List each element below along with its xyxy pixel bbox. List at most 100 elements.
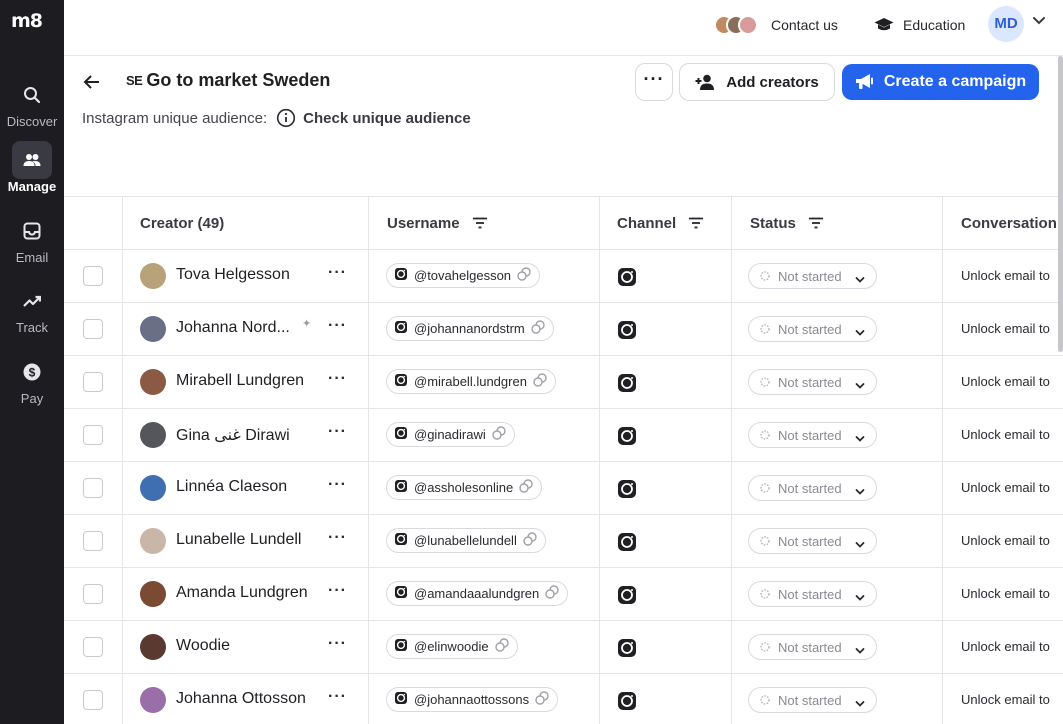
filter-icon[interactable] [688, 217, 704, 229]
copy-icon[interactable] [492, 426, 506, 443]
row-more-options-button[interactable]: ··· [328, 582, 347, 600]
conversation-cell[interactable]: Unlock email to [961, 427, 1050, 442]
username-chip[interactable]: @tovahelgesson [386, 263, 541, 288]
creator-name[interactable]: Woodie [176, 637, 230, 655]
status-dropdown[interactable]: Not started [748, 422, 877, 448]
status-dropdown[interactable]: Not started [748, 316, 877, 342]
instagram-channel-icon[interactable] [618, 639, 636, 662]
instagram-channel-icon[interactable] [618, 586, 636, 609]
sidebar-item-pay[interactable]: $ Pay [0, 353, 64, 415]
conversation-cell[interactable]: Unlock email to [961, 268, 1050, 283]
creator-name[interactable]: Gina غنى Dirawi [176, 425, 290, 445]
sidebar-item-discover[interactable]: Discover [0, 76, 64, 138]
conversation-cell[interactable]: Unlock email to [961, 639, 1050, 654]
user-avatar[interactable]: MD [988, 6, 1024, 42]
info-icon[interactable] [276, 108, 296, 128]
row-checkbox[interactable] [83, 690, 103, 710]
table-row[interactable]: Gina غنى Dirawi ··· @ginadirawi Not started… [64, 409, 1063, 462]
username-chip[interactable]: @ginadirawi [386, 422, 515, 447]
column-header-conversation[interactable]: Conversation [961, 197, 1057, 249]
username-chip[interactable]: @amandaaalundgren [386, 581, 569, 606]
table-row[interactable]: Amanda Lundgren ··· @amandaaalundgren Not s… [64, 568, 1063, 621]
creator-name[interactable]: Lunabelle Lundell [176, 531, 301, 549]
creator-name[interactable]: Mirabell Lundgren [176, 372, 304, 390]
row-checkbox[interactable] [83, 584, 103, 604]
column-header-channel[interactable]: Channel [617, 197, 704, 249]
row-checkbox[interactable] [83, 372, 103, 392]
more-options-button[interactable]: ··· [635, 63, 673, 101]
creator-name[interactable]: Amanda Lundgren [176, 584, 308, 602]
status-dropdown[interactable]: Not started [748, 369, 877, 395]
conversation-cell[interactable]: Unlock email to [961, 586, 1050, 601]
status-dropdown[interactable]: Not started [748, 263, 877, 289]
filter-icon[interactable] [472, 217, 488, 229]
username-chip[interactable]: @johannaottossons [386, 687, 559, 712]
instagram-channel-icon[interactable] [618, 374, 636, 397]
row-checkbox[interactable] [83, 637, 103, 657]
username-chip[interactable]: @assholesonline [386, 475, 543, 500]
row-more-options-button[interactable]: ··· [328, 264, 347, 282]
table-row[interactable]: Lunabelle Lundell ··· @lunabellelundell Not… [64, 515, 1063, 568]
username-chip[interactable]: @johannanordstrm [386, 316, 554, 341]
scrollbar[interactable] [1058, 56, 1063, 352]
conversation-cell[interactable]: Unlock email to [961, 374, 1050, 389]
row-more-options-button[interactable]: ··· [328, 635, 347, 653]
row-more-options-button[interactable]: ··· [328, 317, 347, 335]
row-checkbox[interactable] [83, 425, 103, 445]
chevron-down-icon[interactable] [1032, 16, 1046, 26]
copy-icon[interactable] [494, 638, 509, 655]
status-dropdown[interactable]: Not started [748, 687, 877, 713]
copy-icon[interactable] [531, 320, 545, 337]
back-arrow-icon[interactable] [80, 70, 104, 94]
add-creators-button[interactable]: Add creators [679, 63, 835, 101]
sidebar-item-track[interactable]: Track [0, 282, 64, 344]
copy-icon[interactable] [533, 373, 547, 390]
education-link[interactable]: Education [874, 12, 965, 38]
row-more-options-button[interactable]: ··· [328, 529, 347, 547]
conversation-cell[interactable]: Unlock email to [961, 533, 1050, 548]
sidebar-item-manage[interactable]: Manage [0, 141, 64, 203]
username-chip[interactable]: @elinwoodie [386, 634, 518, 659]
copy-icon[interactable] [535, 691, 549, 708]
instagram-channel-icon[interactable] [618, 321, 636, 344]
status-dropdown[interactable]: Not started [748, 581, 877, 607]
contact-us-link[interactable]: Contact us [714, 12, 838, 38]
sidebar-item-email[interactable]: Email [0, 212, 64, 274]
instagram-channel-icon[interactable] [618, 692, 636, 715]
filter-icon[interactable] [808, 217, 824, 229]
column-header-creator[interactable]: Creator (49) [140, 197, 224, 249]
table-row[interactable]: Woodie ··· @elinwoodie Not started Unlock em… [64, 621, 1063, 674]
status-dropdown[interactable]: Not started [748, 528, 877, 554]
creator-name[interactable]: Linnéa Claeson [176, 478, 287, 496]
copy-icon[interactable] [545, 585, 559, 602]
status-dropdown[interactable]: Not started [748, 475, 877, 501]
creator-name[interactable]: Johanna Nord... [176, 319, 290, 337]
table-row[interactable]: Johanna Nord... ✦ ··· @johannanordstrm Not s… [64, 303, 1063, 356]
copy-icon[interactable] [519, 479, 533, 496]
creator-name[interactable]: Tova Helgesson [176, 266, 290, 284]
row-more-options-button[interactable]: ··· [328, 688, 347, 706]
conversation-cell[interactable]: Unlock email to [961, 480, 1050, 495]
table-row[interactable]: Mirabell Lundgren ··· @mirabell.lundgren No… [64, 356, 1063, 409]
row-checkbox[interactable] [83, 531, 103, 551]
row-checkbox[interactable] [83, 319, 103, 339]
status-dropdown[interactable]: Not started [748, 634, 877, 660]
table-row[interactable]: Johanna Ottosson ··· @johannaottossons Not … [64, 674, 1063, 724]
row-checkbox[interactable] [83, 266, 103, 286]
copy-icon[interactable] [517, 267, 531, 284]
row-more-options-button[interactable]: ··· [328, 423, 347, 441]
app-logo[interactable]: m8 [11, 10, 51, 36]
row-more-options-button[interactable]: ··· [328, 476, 347, 494]
username-chip[interactable]: @lunabellelundell [386, 528, 546, 553]
conversation-cell[interactable]: Unlock email to [961, 692, 1050, 707]
column-header-status[interactable]: Status [750, 197, 824, 249]
check-unique-audience-link[interactable]: Check unique audience [303, 110, 471, 127]
instagram-channel-icon[interactable] [618, 427, 636, 450]
copy-icon[interactable] [523, 532, 537, 549]
table-row[interactable]: Tova Helgesson ··· @tovahelgesson Not start… [64, 250, 1063, 303]
table-row[interactable]: Linnéa Claeson ··· @assholesonline Not star… [64, 462, 1063, 515]
row-more-options-button[interactable]: ··· [328, 370, 347, 388]
username-chip[interactable]: @mirabell.lundgren [386, 369, 556, 394]
row-checkbox[interactable] [83, 478, 103, 498]
instagram-channel-icon[interactable] [618, 480, 636, 503]
